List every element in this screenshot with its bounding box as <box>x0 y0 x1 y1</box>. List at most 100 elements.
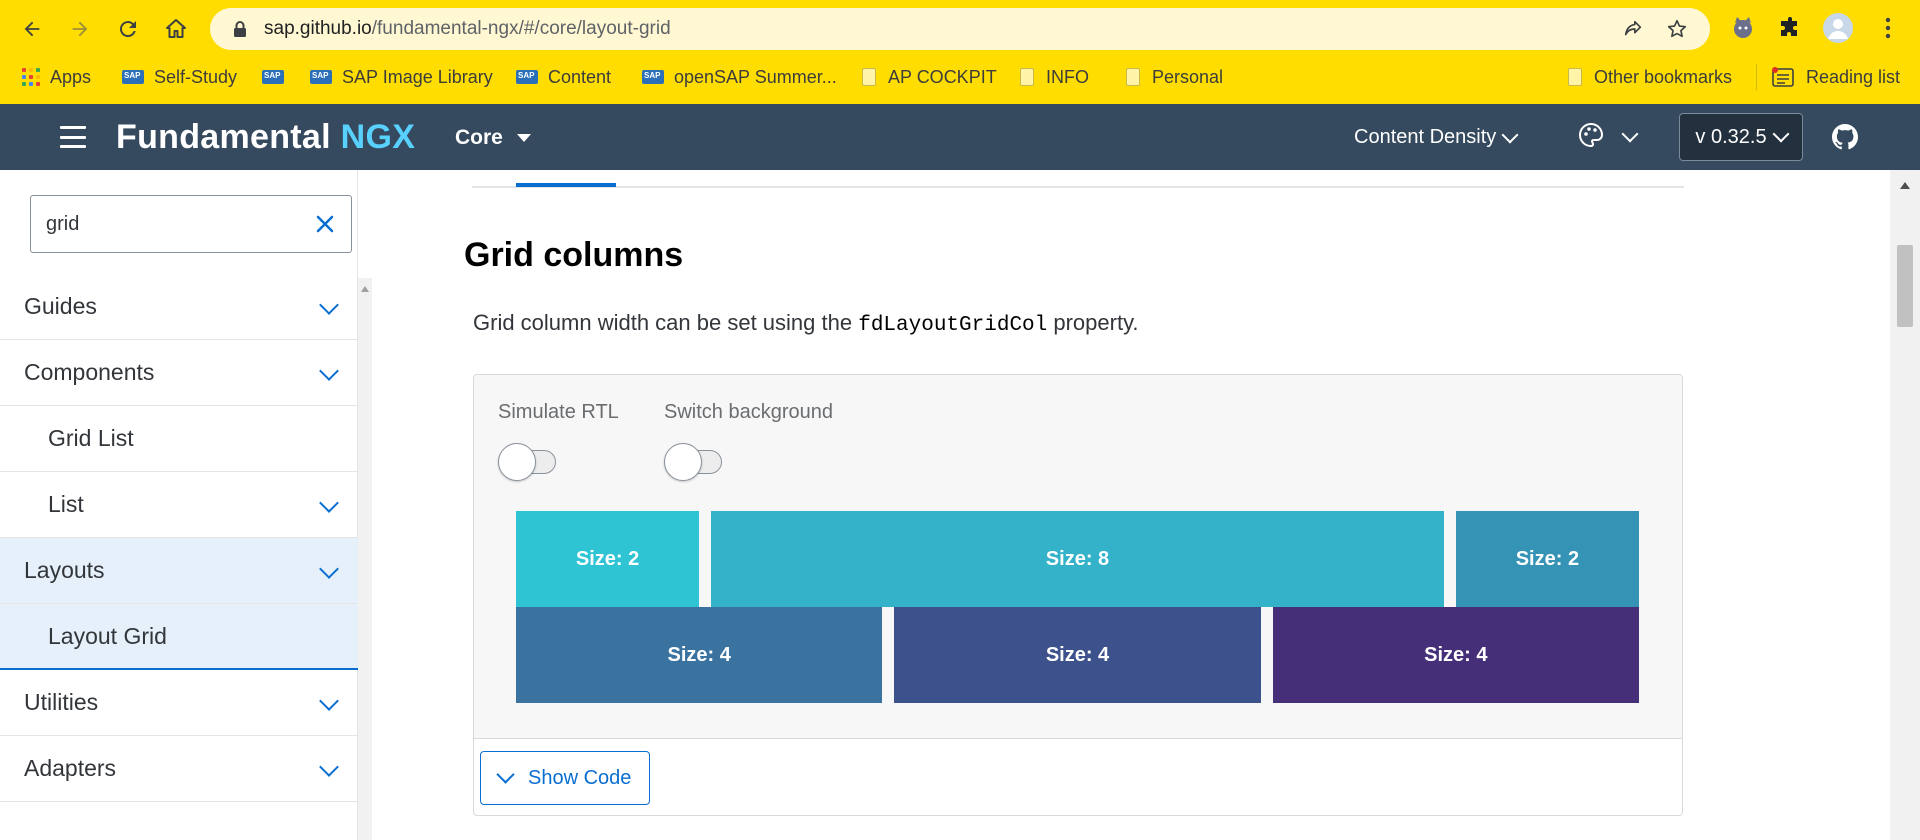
palette-icon <box>1578 122 1604 153</box>
theme-switcher-button[interactable] <box>1578 122 1639 153</box>
sidebar-item-list[interactable]: List <box>0 472 358 538</box>
bookmark-ap-cockpit[interactable]: AP COCKPIT <box>862 60 997 94</box>
browser-chrome: sap.github.io/fundamental-ngx/#/core/lay… <box>0 0 1920 104</box>
chevron-down-icon <box>1621 125 1639 143</box>
search-input[interactable] <box>46 210 306 238</box>
brand-title[interactable]: Fundamental NGX <box>116 118 415 157</box>
grid-cell-size-2: Size: 2 <box>516 511 700 607</box>
clear-search-icon[interactable] <box>315 214 335 234</box>
bookmark-personal[interactable]: Personal <box>1126 60 1223 94</box>
chevron-down-icon[interactable] <box>319 691 339 711</box>
sidebar-item-components[interactable]: Components <box>0 340 358 406</box>
layout-grid-row: Size: 4 Size: 4 Size: 4 <box>516 607 1639 703</box>
core-menu-button[interactable]: Core <box>455 126 531 150</box>
layout-grid-row: Size: 2 Size: 8 Size: 2 <box>516 511 1639 607</box>
apps-grid-icon <box>22 68 40 86</box>
caret-down-icon <box>516 134 531 142</box>
sidebar-item-layouts[interactable]: Layouts <box>0 538 358 604</box>
reading-list-icon <box>1772 67 1794 87</box>
chevron-down-icon <box>1772 125 1790 143</box>
folder-icon <box>1568 68 1582 86</box>
bookmark-opensap[interactable]: openSAP Summer... <box>642 60 837 94</box>
rtl-switch[interactable] <box>498 443 558 481</box>
forward-icon[interactable] <box>60 9 100 49</box>
sap-logo-icon <box>516 70 538 84</box>
sidebar-search <box>30 195 352 253</box>
sidebar-item-utilities[interactable]: Utilities <box>0 670 358 736</box>
chevron-down-icon[interactable] <box>319 493 339 513</box>
example-container: Simulate RTL Switch background Size: 2 Si… <box>473 374 1683 816</box>
background-toggle-group: Switch background <box>664 401 833 481</box>
home-icon[interactable] <box>156 9 196 49</box>
grid-cell-size-4: Size: 4 <box>516 607 883 703</box>
example-preview: Simulate RTL Switch background Size: 2 Si… <box>474 375 1682 739</box>
grid-cell-size-4: Size: 4 <box>894 607 1261 703</box>
folder-icon <box>1020 68 1034 86</box>
extensions-puzzle-icon[interactable] <box>1774 12 1806 44</box>
bookmarks-divider <box>1756 64 1757 90</box>
background-switch[interactable] <box>664 443 724 481</box>
github-icon[interactable] <box>1832 124 1858 150</box>
rtl-toggle-group: Simulate RTL <box>498 401 619 481</box>
bookmark-content[interactable]: Content <box>516 60 611 94</box>
bookmark-self-study[interactable]: Self-Study <box>122 60 237 94</box>
chevron-down-icon <box>1501 126 1519 143</box>
chevron-down-icon[interactable] <box>319 559 339 579</box>
browser-menu-icon[interactable] <box>1872 12 1904 44</box>
sap-logo-icon <box>122 70 144 84</box>
back-icon[interactable] <box>12 9 52 49</box>
sap-logo-icon <box>262 70 284 84</box>
sap-logo-icon <box>642 70 664 84</box>
rtl-toggle-label: Simulate RTL <box>498 401 619 423</box>
background-toggle-label: Switch background <box>664 401 833 423</box>
sidebar-item-adapters[interactable]: Adapters <box>0 736 358 802</box>
address-bar[interactable]: sap.github.io/fundamental-ngx/#/core/lay… <box>210 8 1710 50</box>
tab-bar-divider <box>472 186 1684 188</box>
switch-knob <box>498 443 536 481</box>
chevron-down-icon[interactable] <box>319 361 339 381</box>
side-navigation: Guides Components Grid List List Layouts… <box>0 170 372 840</box>
property-code: fdLayoutGridCol <box>858 314 1048 337</box>
url-text: sap.github.io/fundamental-ngx/#/core/lay… <box>264 18 671 39</box>
bookmark-apps[interactable]: Apps <box>22 60 91 94</box>
sidebar-item-guides[interactable]: Guides <box>0 274 358 340</box>
grid-cell-size-4: Size: 4 <box>1272 607 1639 703</box>
content-density-button[interactable]: Content Density <box>1354 126 1519 149</box>
reload-icon[interactable] <box>108 9 148 49</box>
share-icon[interactable] <box>1622 18 1644 40</box>
chevron-down-icon[interactable] <box>319 757 339 777</box>
extension-cat-icon[interactable] <box>1727 12 1759 44</box>
bookmark-other-bookmarks[interactable]: Other bookmarks <box>1568 60 1732 94</box>
profile-avatar[interactable] <box>1822 12 1854 44</box>
sidebar-item-layout-grid[interactable]: Layout Grid <box>0 604 358 670</box>
scroll-up-arrow-icon[interactable] <box>1900 182 1910 189</box>
reading-list-button[interactable]: Reading list <box>1772 60 1900 94</box>
lock-icon <box>230 19 250 39</box>
bookmark-sap[interactable] <box>262 60 294 94</box>
bookmarks-bar: Apps Self-Study SAP Image Library Conten… <box>0 60 1920 94</box>
folder-icon <box>862 68 876 86</box>
main-content: Grid columns Grid column width can be se… <box>384 170 1890 840</box>
star-icon[interactable] <box>1666 18 1688 40</box>
scroll-up-arrow-icon[interactable] <box>361 286 369 292</box>
scrollbar-thumb[interactable] <box>1897 245 1913 327</box>
folder-icon <box>1126 68 1140 86</box>
sidebar-scrollbar[interactable] <box>358 278 372 840</box>
chevron-down-icon <box>496 764 515 784</box>
page-scrollbar[interactable] <box>1890 170 1920 840</box>
section-title: Grid columns <box>464 236 684 274</box>
sidebar-item-grid-list[interactable]: Grid List <box>0 406 358 472</box>
bookmark-sap-image-library[interactable]: SAP Image Library <box>310 60 493 94</box>
section-description: Grid column width can be set using the f… <box>473 310 1139 337</box>
version-select-button[interactable]: v 0.32.5 <box>1679 113 1803 161</box>
chevron-down-icon[interactable] <box>319 295 339 315</box>
app-shellbar: Fundamental NGX Core Content Density v 0… <box>0 104 1920 170</box>
show-code-button[interactable]: Show Code <box>480 751 650 805</box>
grid-cell-size-2: Size: 2 <box>1455 511 1639 607</box>
menu-hamburger-icon[interactable] <box>60 126 86 148</box>
bookmark-info[interactable]: INFO <box>1020 60 1089 94</box>
sap-logo-icon <box>310 70 332 84</box>
active-tab-indicator <box>516 183 616 187</box>
grid-cell-size-8: Size: 8 <box>711 511 1444 607</box>
switch-knob <box>664 443 702 481</box>
